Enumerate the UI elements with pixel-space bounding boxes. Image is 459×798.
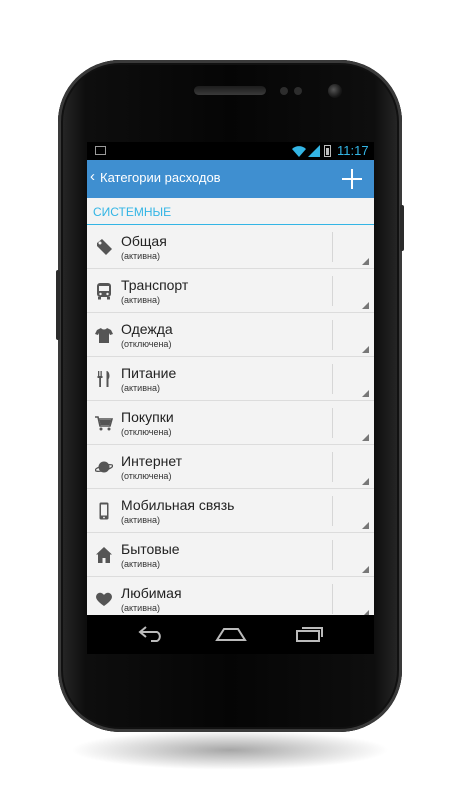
volume-button <box>56 270 60 340</box>
row-divider <box>332 276 333 306</box>
category-list: Общая (активна) Транспорт (активна) Одеж… <box>87 225 374 615</box>
category-status: (активна) <box>121 251 160 261</box>
navigation-bar <box>87 615 374 654</box>
phone-shadow <box>70 730 390 770</box>
row-menu-indicator[interactable] <box>362 346 369 353</box>
category-name: Интернет <box>121 453 183 469</box>
category-name: Одежда <box>121 321 173 337</box>
mobile-phone-icon <box>99 502 109 520</box>
proximity-sensor <box>280 87 288 95</box>
action-bar: ‹ Категории расходов <box>87 160 374 198</box>
page-title[interactable]: Категории расходов <box>100 170 221 185</box>
cutlery-icon <box>97 371 110 387</box>
up-navigation-icon[interactable]: ‹ <box>90 168 95 185</box>
picture-icon <box>95 146 106 155</box>
category-row-internet[interactable]: Интернет (отключена) <box>87 445 374 489</box>
category-row-mobile[interactable]: Мобильная связь (активна) <box>87 489 374 533</box>
planet-icon <box>95 461 113 473</box>
phone-device: 11:17 ‹ Категории расходов СИСТЕМНЫЕ Общ… <box>56 60 404 732</box>
row-divider <box>332 584 333 614</box>
recent-apps-icon[interactable] <box>295 625 325 643</box>
category-row-favorite[interactable]: Любимая (активна) <box>87 577 374 615</box>
category-name: Питание <box>121 365 177 381</box>
row-menu-indicator[interactable] <box>362 566 369 573</box>
category-name: Мобильная связь <box>121 497 235 513</box>
category-row-food[interactable]: Питание (активна) <box>87 357 374 401</box>
status-clock: 11:17 <box>337 143 369 158</box>
row-divider <box>332 232 333 262</box>
row-divider <box>332 496 333 526</box>
bus-icon <box>97 283 111 300</box>
back-nav-icon[interactable] <box>137 625 165 643</box>
row-menu-indicator[interactable] <box>362 302 369 309</box>
categories-content: СИСТЕМНЫЕ Общая (активна) Транспорт (акт… <box>87 198 374 615</box>
earpiece-speaker <box>194 86 266 95</box>
front-camera <box>328 84 342 98</box>
category-name: Бытовые <box>121 541 180 557</box>
category-status: (активна) <box>121 515 160 525</box>
section-header-label: СИСТЕМНЫЕ <box>93 205 172 219</box>
status-bar: 11:17 <box>87 142 374 160</box>
row-menu-indicator[interactable] <box>362 522 369 529</box>
category-status: (активна) <box>121 295 160 305</box>
category-row-clothing[interactable]: Одежда (отключена) <box>87 313 374 357</box>
home-nav-icon[interactable] <box>215 625 247 643</box>
row-divider <box>332 320 333 350</box>
phone-screen: 11:17 ‹ Категории расходов СИСТЕМНЫЕ Общ… <box>87 142 374 654</box>
category-name: Любимая <box>121 585 182 601</box>
battery-icon <box>324 145 331 157</box>
category-name: Покупки <box>121 409 174 425</box>
category-row-shopping[interactable]: Покупки (отключена) <box>87 401 374 445</box>
signal-icon <box>308 145 320 157</box>
category-name: Общая <box>121 233 167 249</box>
category-row-household[interactable]: Бытовые (активна) <box>87 533 374 577</box>
category-status: (активна) <box>121 559 160 569</box>
row-menu-indicator[interactable] <box>362 434 369 441</box>
row-divider <box>332 540 333 570</box>
category-status: (активна) <box>121 383 160 393</box>
cart-icon <box>95 416 113 431</box>
wifi-icon <box>292 146 306 157</box>
heart-icon <box>96 592 112 606</box>
category-name: Транспорт <box>121 277 189 293</box>
tag-icon <box>97 239 112 255</box>
category-row-transport[interactable]: Транспорт (активна) <box>87 269 374 313</box>
row-menu-indicator[interactable] <box>362 258 369 265</box>
shirt-icon <box>95 328 113 343</box>
power-button <box>400 205 404 251</box>
section-header: СИСТЕМНЫЕ <box>87 198 374 225</box>
light-sensor <box>294 87 302 95</box>
row-divider <box>332 452 333 482</box>
category-status: (отключена) <box>121 471 172 481</box>
category-status: (активна) <box>121 603 160 613</box>
row-divider <box>332 408 333 438</box>
house-icon <box>96 547 112 563</box>
category-status: (отключена) <box>121 427 172 437</box>
row-menu-indicator[interactable] <box>362 478 369 485</box>
category-row-general[interactable]: Общая (активна) <box>87 225 374 269</box>
add-category-button[interactable] <box>339 166 365 192</box>
row-menu-indicator[interactable] <box>362 390 369 397</box>
category-status: (отключена) <box>121 339 172 349</box>
row-divider <box>332 364 333 394</box>
